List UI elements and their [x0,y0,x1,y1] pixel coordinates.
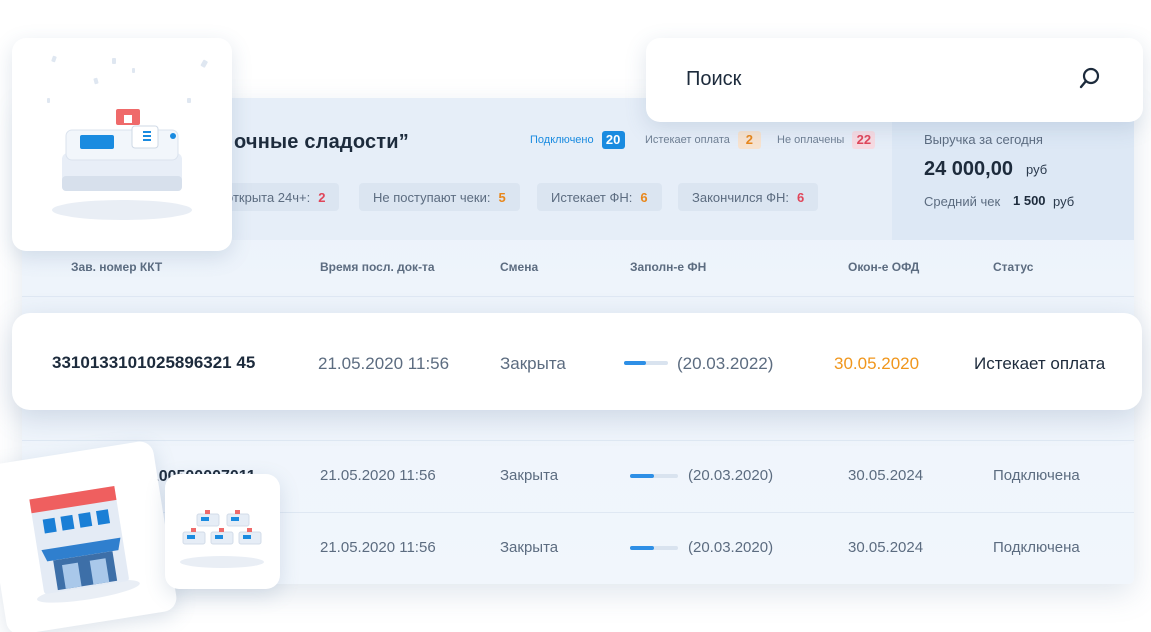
fn-date-cell: (20.03.2020) [688,467,774,484]
col-header-shift[interactable]: Смена [500,260,538,274]
chip-fn-expiring[interactable]: Истекает ФН: 6 [537,183,662,211]
stage: очные сладости” Подключено 20 Истекает о… [0,0,1151,632]
kkt-illustration-card [12,38,232,251]
avg-check-unit: руб [1053,194,1075,209]
stat-connected-label: Подключено [530,134,594,146]
search-icon[interactable] [1078,66,1102,90]
shift-cell: Закрыта [500,539,559,556]
avg-check-label: Средний чек [924,194,1001,209]
shift-cell: Закрыта [500,467,559,484]
search-box[interactable]: Поиск [646,38,1143,122]
col-header-fn-fill[interactable]: Заполн-е ФН [630,260,706,274]
chip-open-24h-value: 2 [318,189,326,205]
status-cell: Подключена [993,467,1080,484]
stat-unpaid-label: Не оплачены [777,134,845,146]
chip-no-receipts[interactable]: Не поступают чеки: 5 [359,183,520,211]
avg-check-value: 1 500 [1013,193,1046,208]
fn-date-cell: (20.03.2020) [688,539,774,556]
col-header-ofd-end[interactable]: Окон-е ОФД [848,260,919,274]
chip-fn-expiring-label: Истекает ФН: [551,189,633,205]
cash-register-icon [47,55,208,220]
store-illustration-card [0,439,179,632]
status-cell: Подключена [993,539,1080,556]
col-header-status[interactable]: Статус [993,260,1033,274]
fn-fill-level [630,474,654,478]
chip-fn-ended-value: 6 [796,189,805,205]
chip-fn-expiring-value: 6 [640,189,648,205]
stat-unpaid-count: 22 [852,131,876,149]
search-input[interactable]: Поиск [686,68,741,91]
chip-no-receipts-value: 5 [498,189,506,205]
ofd-cell: 30.05.2020 [834,354,920,373]
serial-cell: 3310133101025896321 45 [52,353,256,372]
cash-registers-icon [180,510,264,568]
fn-fill-bar [624,361,668,365]
stat-unpaid[interactable]: Не оплачены 22 [777,131,876,149]
header-divider [22,296,1134,297]
multi-register-illustration-card [165,474,280,589]
store-building-icon [29,485,140,603]
chip-fn-ended[interactable]: Закончился ФН: 6 [678,183,819,211]
revenue-value: 24 000,00 [924,158,1013,180]
stat-payment-expiring-label: Истекает оплата [645,134,730,146]
status-cell: Истекает оплата [974,354,1106,373]
chip-fn-ended-label: Закончился ФН: [692,189,789,205]
fn-fill-bar [630,546,678,550]
stat-connected[interactable]: Подключено 20 [530,131,625,149]
shift-cell: Закрыта [500,354,566,373]
stat-payment-expiring[interactable]: Истекает оплата 2 [645,131,761,149]
last-doc-cell: 21.05.2020 11:56 [318,354,450,373]
highlighted-row[interactable]: 3310133101025896321 45 21.05.2020 11:56 … [12,313,1142,410]
last-doc-cell: 21.05.2020 11:56 [320,467,436,484]
revenue-unit: руб [1026,162,1048,177]
col-header-serial[interactable]: Зав. номер ККТ [71,260,162,274]
stat-payment-expiring-count: 2 [737,131,761,149]
ofd-cell: 30.05.2024 [848,467,924,484]
stat-connected-count: 20 [601,131,625,149]
fn-fill-level [624,361,646,365]
fn-fill-bar [630,474,678,478]
chip-open-24h-label: открыта 24ч+: [226,189,311,205]
store-title: очные сладости” [234,131,409,153]
col-header-last-doc[interactable]: Время посл. док-та [320,260,435,274]
last-doc-cell: 21.05.2020 11:56 [320,539,436,556]
fn-fill-level [630,546,654,550]
revenue-label: Выручка за сегодня [924,132,1043,147]
chip-no-receipts-label: Не поступают чеки: [373,189,491,205]
ofd-cell: 30.05.2024 [848,539,924,556]
fn-date-cell: (20.03.2022) [677,354,774,373]
